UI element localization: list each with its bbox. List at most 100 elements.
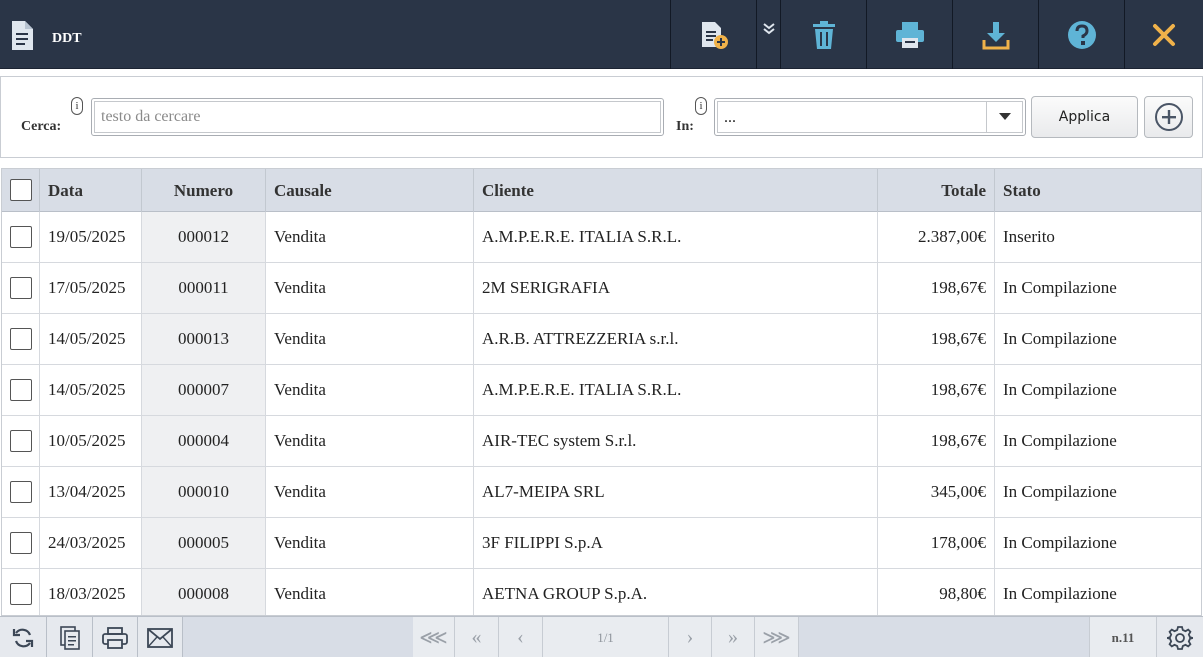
- cell-data: 18/03/2025: [40, 569, 142, 615]
- page-indicator: 1/1: [543, 617, 669, 657]
- col-data[interactable]: Data: [40, 169, 142, 212]
- select-arrow[interactable]: [986, 102, 1022, 132]
- cell-stato: In Compilazione: [1003, 482, 1117, 501]
- cell-numero: 000011: [142, 263, 266, 313]
- delete-button[interactable]: [780, 0, 866, 69]
- row-select-cell: [2, 365, 40, 415]
- cell-causale: Vendita: [266, 416, 474, 466]
- app-title: DDT: [52, 31, 82, 46]
- cell-numero: 000008: [142, 569, 266, 615]
- row-select-cell: [2, 569, 40, 615]
- col-totale[interactable]: Totale: [878, 169, 995, 212]
- search-info-icon[interactable]: i: [71, 97, 83, 115]
- mail-icon: [147, 627, 173, 648]
- cell-stato: In Compilazione: [1003, 584, 1117, 603]
- cell-numero: 000004: [142, 416, 266, 466]
- cell-causale: Vendita: [266, 518, 474, 568]
- cell-data: 10/05/2025: [40, 416, 142, 466]
- caret-down-icon: [998, 113, 1011, 120]
- cell-causale: Vendita: [266, 314, 474, 364]
- table-row[interactable]: 14/05/2025 000007 Vendita A.M.P.E.R.E. ITAL…: [2, 365, 1201, 416]
- row-select-cell: [2, 263, 40, 313]
- select-all-cell: [2, 169, 40, 212]
- col-cliente[interactable]: Cliente: [474, 169, 878, 212]
- col-causale[interactable]: Causale: [266, 169, 474, 212]
- next-page-button[interactable]: ›: [669, 617, 712, 657]
- cell-stato: In Compilazione: [1003, 431, 1117, 450]
- table-row[interactable]: 17/05/2025 000011 Vendita 2M SERIGRAFIA 198,…: [2, 263, 1201, 314]
- table-row[interactable]: 14/05/2025 000013 Vendita A.R.B. ATTREZZERI…: [2, 314, 1201, 365]
- cell-stato: In Compilazione: [1003, 533, 1117, 552]
- close-button[interactable]: [1124, 0, 1203, 69]
- more-options-button[interactable]: [756, 0, 780, 69]
- cell-causale: Vendita: [266, 365, 474, 415]
- cell-data: 17/05/2025: [40, 263, 142, 313]
- cell-data: 14/05/2025: [40, 314, 142, 364]
- cell-causale: Vendita: [266, 212, 474, 262]
- row-checkbox[interactable]: [10, 583, 32, 605]
- prev-fast-button[interactable]: «: [455, 617, 499, 657]
- print-icon: [895, 21, 924, 48]
- cell-cliente: 3F FILIPPI S.p.A: [474, 518, 878, 568]
- prev-page-button[interactable]: ‹: [499, 617, 543, 657]
- email-button[interactable]: [138, 617, 183, 657]
- row-select-cell: [2, 212, 40, 262]
- copy-icon: [59, 625, 80, 650]
- print-icon: [102, 626, 128, 649]
- row-checkbox[interactable]: [10, 430, 32, 452]
- select-all-checkbox[interactable]: [10, 179, 32, 201]
- in-info-icon[interactable]: i: [695, 97, 707, 115]
- cell-totale: 345,00€: [878, 467, 995, 517]
- cell-cliente: AL7-MEIPA SRL: [474, 467, 878, 517]
- refresh-button[interactable]: [0, 617, 47, 657]
- row-checkbox[interactable]: [10, 481, 32, 503]
- footer-bar: ⋘ « ‹ 1/1 › » ⋙ n.11: [0, 616, 1203, 657]
- gear-icon: [1167, 625, 1193, 650]
- cell-totale: 198,67€: [878, 365, 995, 415]
- download-icon: [982, 21, 1009, 49]
- row-checkbox[interactable]: [10, 226, 32, 248]
- new-document-button[interactable]: [670, 0, 756, 69]
- trash-icon: [812, 20, 835, 49]
- download-button[interactable]: [952, 0, 1038, 69]
- row-checkbox[interactable]: [10, 532, 32, 554]
- print-list-button[interactable]: [93, 617, 138, 657]
- col-stato[interactable]: Stato: [995, 169, 1201, 212]
- cell-stato: In Compilazione: [1003, 278, 1117, 297]
- in-label: In:: [676, 119, 694, 134]
- record-count: n.11: [1089, 617, 1157, 657]
- table-row[interactable]: 19/05/2025 000012 Vendita A.M.P.E.R.E. ITAL…: [2, 212, 1201, 263]
- next-fast-button[interactable]: »: [712, 617, 755, 657]
- search-field-select[interactable]: ...: [714, 98, 1026, 136]
- row-select-cell: [2, 314, 40, 364]
- table-row[interactable]: 13/04/2025 000010 Vendita AL7-MEIPA SRL 345,…: [2, 467, 1201, 518]
- cell-data: 14/05/2025: [40, 365, 142, 415]
- print-button[interactable]: [866, 0, 952, 69]
- settings-button[interactable]: [1157, 617, 1203, 657]
- cell-cliente: 2M SERIGRAFIA: [474, 263, 878, 313]
- row-checkbox[interactable]: [10, 277, 32, 299]
- cell-totale: 98,80€: [878, 569, 995, 615]
- close-icon: [1153, 23, 1175, 46]
- add-filter-button[interactable]: [1144, 96, 1193, 138]
- expand-more-icon: [762, 23, 775, 35]
- cell-numero: 000013: [142, 314, 266, 364]
- help-button[interactable]: [1038, 0, 1124, 69]
- copy-button[interactable]: [47, 617, 93, 657]
- cell-cliente: AIR-TEC system S.r.l.: [474, 416, 878, 466]
- cell-cliente: A.M.P.E.R.E. ITALIA S.R.L.: [474, 365, 878, 415]
- table-row[interactable]: 24/03/2025 000005 Vendita 3F FILIPPI S.p.A 1…: [2, 518, 1201, 569]
- row-checkbox[interactable]: [10, 379, 32, 401]
- last-page-button[interactable]: ⋙: [755, 617, 799, 657]
- first-page-button[interactable]: ⋘: [413, 617, 455, 657]
- col-numero[interactable]: Numero: [142, 169, 266, 212]
- cell-stato: Inserito: [1003, 227, 1055, 246]
- table-row[interactable]: 10/05/2025 000004 Vendita AIR-TEC system S.…: [2, 416, 1201, 467]
- search-input[interactable]: [94, 101, 661, 133]
- row-checkbox[interactable]: [10, 328, 32, 350]
- cell-cliente: A.R.B. ATTREZZERIA s.r.l.: [474, 314, 878, 364]
- table-row[interactable]: 18/03/2025 000008 Vendita AETNA GROUP S.p.A…: [2, 569, 1201, 615]
- apply-button[interactable]: Applica: [1031, 96, 1138, 138]
- table-header: Data Numero Causale Cliente Totale Stato: [2, 169, 1201, 212]
- cell-totale: 198,67€: [878, 314, 995, 364]
